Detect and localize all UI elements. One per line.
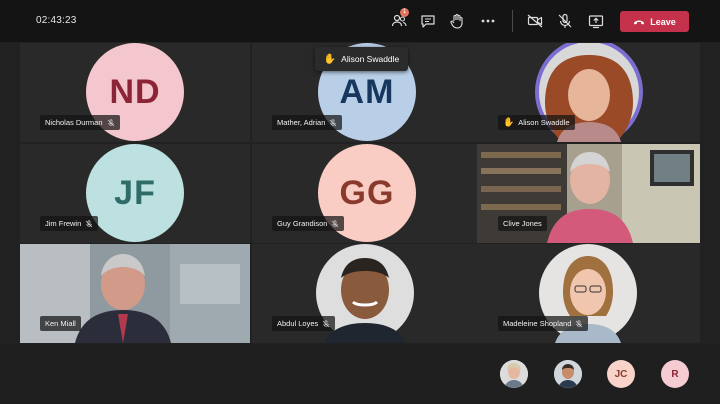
- participant-tile[interactable]: ✋ Alison Swaddle: [477, 43, 700, 142]
- avatar-photo: [500, 360, 528, 388]
- leave-button[interactable]: Leave: [620, 11, 689, 32]
- raised-hand-icon: ✋: [503, 117, 515, 127]
- avatar-initials: JF: [86, 144, 184, 242]
- mic-off-icon: [330, 118, 337, 126]
- toolbar-divider: [512, 10, 513, 32]
- participant-name-tag: Ken Miall: [40, 316, 81, 331]
- mic-toggle[interactable]: [555, 11, 575, 31]
- participant-tile[interactable]: GG Guy Grandison: [252, 144, 482, 243]
- leave-label: Leave: [650, 16, 676, 27]
- phone-hangup-icon: [633, 20, 645, 24]
- share-icon: [588, 15, 604, 29]
- mic-off-icon: [107, 118, 114, 126]
- participant-name-tag: Guy Grandison: [272, 216, 345, 231]
- participant-name-tag: Mather, Adrian: [272, 115, 343, 130]
- overflow-avatar[interactable]: [554, 360, 582, 388]
- participant-video-tile[interactable]: Ken Miall: [20, 244, 250, 343]
- participant-name-tag: ✋ Alison Swaddle: [498, 115, 575, 130]
- participant-name-tag: Nicholas Durman: [40, 115, 120, 130]
- participant-name-tag: Madeleine Shopland: [498, 316, 589, 331]
- participant-name: Jim Frewin: [45, 219, 82, 228]
- avatar-photo: [554, 360, 582, 388]
- chat-icon: [421, 15, 435, 28]
- overflow-avatar[interactable]: R: [661, 360, 689, 388]
- mic-off-icon: [86, 219, 93, 227]
- raised-hand-icon: ✋: [323, 53, 337, 65]
- share-screen-button[interactable]: [586, 11, 606, 31]
- participant-tile[interactable]: JF Jim Frewin: [20, 144, 250, 243]
- camera-off-icon: [527, 14, 543, 28]
- participant-name: Nicholas Durman: [45, 118, 103, 127]
- more-actions-button[interactable]: [478, 11, 498, 31]
- participant-name: Alison Swaddle: [518, 118, 570, 127]
- participant-name-tag: Abdul Loyes: [272, 316, 336, 331]
- raised-hand-tooltip: ✋ Alison Swaddle: [315, 47, 408, 71]
- overflow-participants-bar: JC R: [0, 345, 720, 404]
- participants-button[interactable]: 1: [389, 8, 409, 31]
- participant-name: Guy Grandison: [277, 219, 328, 228]
- mic-off-icon: [323, 319, 330, 327]
- participants-badge: 1: [400, 8, 409, 17]
- overflow-avatar[interactable]: JC: [607, 360, 635, 388]
- chat-button[interactable]: [418, 11, 438, 31]
- participant-name: Madeleine Shopland: [503, 319, 572, 328]
- camera-toggle[interactable]: [525, 11, 545, 31]
- mic-off-icon: [332, 219, 339, 227]
- mic-off-icon: [558, 13, 572, 28]
- participant-name-tag: Clive Jones: [498, 216, 547, 231]
- participant-video-tile[interactable]: Clive Jones: [477, 144, 700, 243]
- mic-off-icon: [576, 319, 583, 327]
- tooltip-label: Alison Swaddle: [341, 54, 400, 64]
- participant-tile[interactable]: Abdul Loyes: [252, 244, 482, 343]
- participant-tile[interactable]: Madeleine Shopland: [477, 244, 700, 343]
- overflow-avatar[interactable]: [500, 360, 528, 388]
- participant-name-tag: Jim Frewin: [40, 216, 99, 231]
- teams-meeting-window: 02:43:23 1 Leave ND Nicholas Durman AM M…: [0, 0, 720, 404]
- participant-name: Abdul Loyes: [277, 319, 319, 328]
- participant-name: Ken Miall: [45, 319, 76, 328]
- raise-hand-button[interactable]: [447, 11, 467, 31]
- meeting-timer: 02:43:23: [36, 15, 77, 26]
- meeting-toolbar: 02:43:23 1 Leave: [0, 0, 720, 42]
- participant-name: Clive Jones: [503, 219, 542, 228]
- participant-tile[interactable]: ND Nicholas Durman: [20, 43, 250, 142]
- hand-icon: [450, 13, 463, 29]
- participant-name: Mather, Adrian: [277, 118, 326, 127]
- more-icon: [481, 19, 495, 23]
